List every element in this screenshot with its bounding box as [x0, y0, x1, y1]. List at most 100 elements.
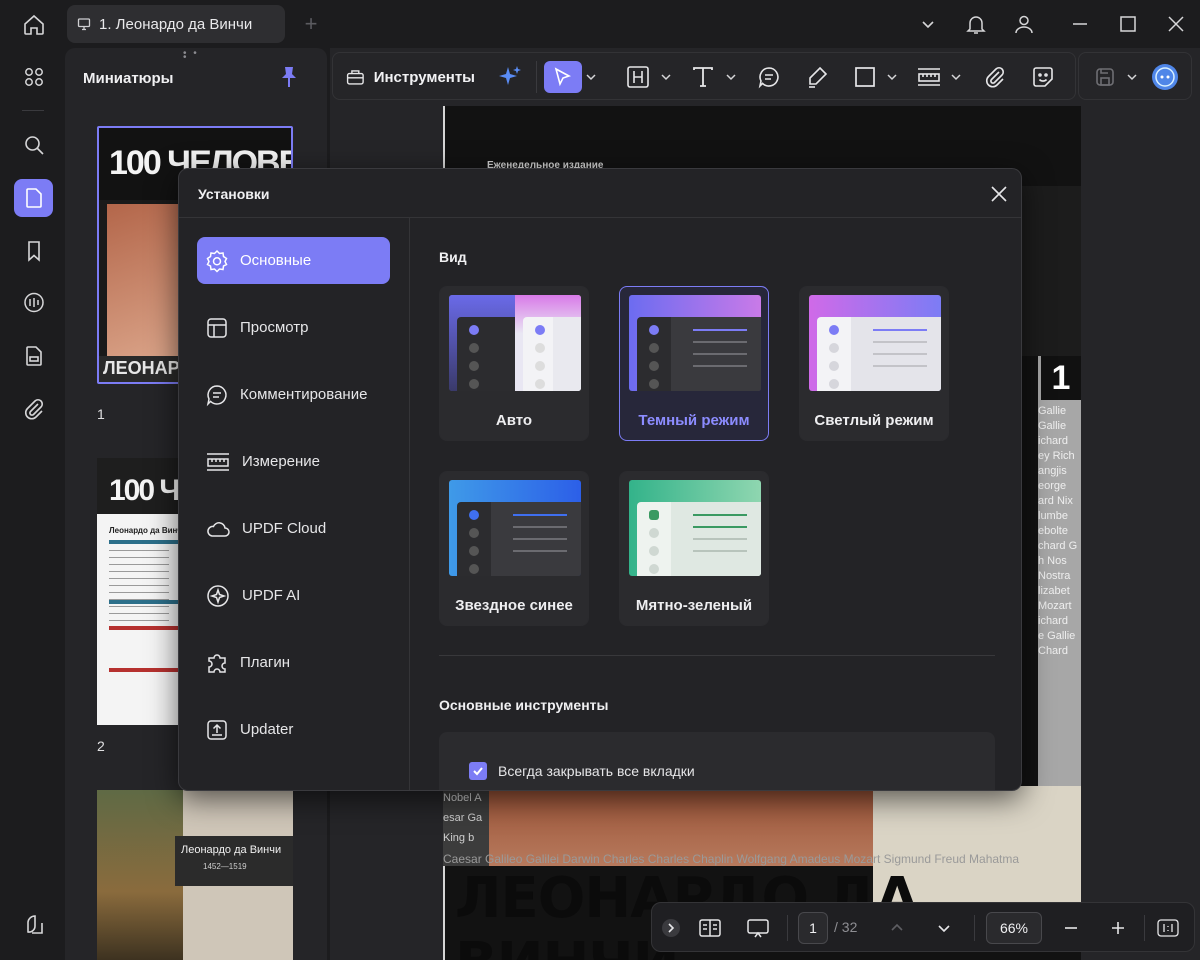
tools-button[interactable]: Инструменты [345, 61, 475, 93]
nav-divider [787, 915, 788, 941]
settings-nav-plugin[interactable]: Плагин [197, 639, 390, 686]
zoom-in-button[interactable] [1105, 913, 1131, 943]
collapse-nav-button[interactable] [660, 913, 682, 943]
presentation-button[interactable] [744, 913, 772, 943]
theme-dark-preview [629, 295, 761, 391]
next-page-button[interactable] [931, 913, 957, 943]
theme-starry-blue[interactable]: Звездное синее [439, 471, 589, 626]
settings-nav-label: UPDF Cloud [242, 520, 327, 537]
settings-nav-label: Updater [240, 721, 294, 738]
text-tool-dropdown[interactable] [724, 61, 738, 93]
rail-bookmarks-button[interactable] [14, 232, 53, 270]
settings-nav-cloud[interactable]: UPDF Cloud [197, 505, 390, 552]
side-name: Gallie [1038, 420, 1067, 432]
checkmark-icon [473, 767, 483, 776]
side-name: Chard [1038, 645, 1068, 657]
theme-auto-label: Авто [495, 412, 533, 429]
thumbnail-2-bar-2 [109, 600, 179, 604]
close-icon [991, 186, 1007, 202]
settings-close-button[interactable] [985, 181, 1013, 207]
rectangle-icon [855, 67, 875, 87]
theme-auto[interactable]: Авто [439, 286, 589, 441]
rail-comments-button[interactable] [14, 284, 53, 322]
settings-nav-view[interactable]: Просмотр [197, 304, 390, 351]
sticker-tool-button[interactable] [1027, 61, 1059, 93]
chevron-down-icon [726, 74, 736, 81]
tabs-dropdown-button[interactable] [908, 8, 948, 40]
chevron-down-icon [661, 74, 671, 81]
settings-divider [439, 655, 995, 656]
theme-dark[interactable]: Темный режим [619, 286, 769, 441]
nav-divider [974, 915, 975, 941]
select-tool-dropdown[interactable] [584, 61, 598, 93]
pin-icon [282, 67, 296, 87]
current-page-input[interactable]: 1 [798, 912, 828, 944]
thumbnails-title: Миниатюры [83, 70, 174, 87]
rail-thumbnails-button[interactable] [14, 179, 53, 217]
theme-light[interactable]: Светлый режим [799, 286, 949, 441]
notifications-button[interactable] [956, 8, 996, 40]
close-all-tabs-checkbox[interactable] [469, 762, 487, 780]
comment-tool-button[interactable] [753, 61, 785, 93]
select-tool-button[interactable] [544, 61, 582, 93]
zoom-level[interactable]: 66% [986, 912, 1042, 944]
theme-light-label: Светлый режим [814, 412, 934, 429]
settings-nav-commenting[interactable]: Комментирование [197, 371, 390, 418]
reading-mode-button[interactable] [696, 913, 724, 943]
thumbnail-2-bar-4 [109, 668, 179, 672]
new-tab-button[interactable]: + [296, 10, 326, 38]
previous-page-button[interactable] [884, 913, 910, 943]
ai-sparkle-button[interactable] [495, 61, 525, 93]
settings-nav-general[interactable]: Основные [197, 237, 390, 284]
settings-nav-ai[interactable]: UPDF AI [197, 572, 390, 619]
theme-mint-green[interactable]: Мятно-зеленый [619, 471, 769, 626]
home-button[interactable] [14, 8, 54, 42]
attach-tool-button[interactable] [979, 61, 1011, 93]
side-name: lumbe [1038, 510, 1068, 522]
tools-options-box: Всегда закрывать все вкладки [439, 732, 995, 790]
text-tool-button[interactable] [688, 61, 718, 93]
side-name: ichard [1038, 435, 1068, 447]
theme-auto-preview [449, 295, 581, 391]
highlight-tool-button[interactable] [801, 61, 833, 93]
settings-nav-measure[interactable]: Измерение [197, 438, 390, 485]
pin-panel-button[interactable] [278, 64, 300, 90]
thumbnail-2-lines [109, 550, 169, 630]
theme-light-preview [809, 295, 941, 391]
rail-apps-button[interactable] [14, 58, 53, 96]
header-tool-dropdown[interactable] [659, 61, 673, 93]
ruler-icon [207, 452, 229, 471]
shape-tool-button[interactable] [849, 61, 881, 93]
side-name: eorge [1038, 480, 1067, 492]
rail-search-button[interactable] [14, 126, 53, 164]
zoom-out-button[interactable] [1058, 913, 1084, 943]
panel-grip[interactable]: • • • [183, 49, 207, 63]
rail-forms-button[interactable] [14, 337, 53, 375]
measure-tool-button[interactable] [913, 61, 945, 93]
save-button[interactable] [1091, 61, 1119, 93]
left-rail [0, 48, 64, 960]
rail-attachments-button[interactable] [14, 390, 53, 428]
actual-size-button[interactable] [1154, 913, 1182, 943]
maximize-button[interactable] [1108, 8, 1148, 40]
close-window-button[interactable] [1156, 8, 1196, 40]
theme-mint-green-preview [629, 480, 761, 576]
settings-nav-updater[interactable]: Updater [197, 706, 390, 753]
minimize-button[interactable] [1060, 8, 1100, 40]
rail-layers-button[interactable] [14, 906, 53, 944]
save-dropdown[interactable] [1125, 61, 1139, 93]
measure-tool-dropdown[interactable] [949, 61, 963, 93]
updf-ai-button[interactable] [1149, 61, 1181, 93]
document-tab[interactable]: 1. Леонардо да Винчи [67, 5, 285, 43]
account-button[interactable] [1004, 8, 1044, 40]
note-name: Nobel A [443, 792, 482, 804]
settings-nav-label: Плагин [240, 654, 291, 671]
comment-list-icon [23, 292, 44, 313]
note-name: King b [443, 832, 475, 844]
shape-tool-dropdown[interactable] [885, 61, 899, 93]
thumbnail-page-3[interactable]: Леонардо да Винчи 1452—1519 [97, 790, 293, 960]
minus-icon [1065, 927, 1077, 929]
settings-content: Вид Авто Темный режим Светлый режим Звез… [411, 218, 1021, 790]
page-issue-number: 1 [1041, 356, 1081, 400]
header-tool-button[interactable] [621, 61, 655, 93]
